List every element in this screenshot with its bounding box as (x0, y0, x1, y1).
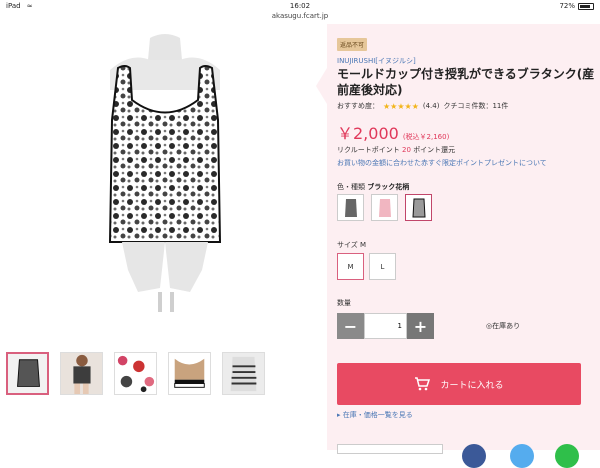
product-title: モールドカップ付き授乳ができるブラタンク(産前産後対応) (337, 67, 595, 97)
status-time: 16:02 (289, 2, 311, 10)
thumbnail-2[interactable] (60, 352, 103, 395)
quantity-plus-button[interactable]: + (407, 313, 434, 339)
non-returnable-badge: 返品不可 (337, 38, 368, 51)
quantity-minus-button[interactable]: − (337, 313, 364, 339)
stock-price-list-link[interactable]: ▸ 在庫・価格一覧を見る (337, 410, 413, 420)
review-count[interactable]: クチコミ件数：11件 (443, 101, 508, 111)
thumbnail-3[interactable] (114, 352, 157, 395)
rating-score: (4.4) (422, 102, 440, 110)
price: ￥2,000 (337, 124, 399, 143)
size-option-m[interactable]: M (337, 253, 364, 280)
star-rating-icon: ★★★★★ (383, 101, 419, 111)
color-swatch-gray[interactable] (337, 194, 364, 221)
rating-row: おすすめ度： ★★★★★ (4.4) クチコミ件数：11件 (337, 101, 508, 111)
thumbnail-strip (6, 352, 265, 395)
panel-pointer (316, 68, 327, 104)
quantity-input[interactable] (364, 313, 407, 339)
status-bar: iPad ≈ 16:02 72% (0, 0, 600, 12)
points-value: 20 (402, 146, 411, 154)
thumbnail-5[interactable] (222, 352, 265, 395)
facebook-share-icon[interactable] (462, 444, 486, 468)
quantity-label: 数量 (337, 299, 351, 307)
brand-link[interactable]: INUJIRUSHI[イヌジルシ] (337, 56, 416, 66)
url-bar[interactable]: akasugu.fcart.jp (0, 12, 600, 24)
price-with-tax: (税込￥2,160) (402, 133, 450, 141)
size-options: M L (337, 253, 396, 280)
color-swatch-pink[interactable] (371, 194, 398, 221)
wishlist-button[interactable] (337, 444, 443, 454)
selected-color: ブラック花柄 (367, 183, 410, 191)
selected-size: M (360, 241, 367, 249)
size-option-l[interactable]: L (369, 253, 396, 280)
add-to-cart-button[interactable]: カートに入れる (337, 363, 581, 405)
line-share-icon[interactable] (555, 444, 579, 468)
main-product-image[interactable] (70, 30, 260, 320)
points-suffix: ポイント還元 (413, 146, 456, 154)
points-campaign-link[interactable]: お買い物の金額に合わせた赤すぐ限定ポイントプレゼントについて (337, 158, 547, 168)
thumbnail-1[interactable] (6, 352, 49, 395)
cart-icon (415, 377, 431, 391)
twitter-share-icon[interactable] (510, 444, 534, 468)
rating-label: おすすめ度： (337, 102, 379, 110)
size-label: サイズ (337, 241, 358, 249)
thumbnail-4[interactable] (168, 352, 211, 395)
add-to-cart-label: カートに入れる (440, 380, 504, 391)
stock-status: ◎在庫あり (486, 322, 521, 330)
color-label: 色・種類 (337, 183, 365, 191)
size-label-row: サイズ M (337, 240, 366, 250)
price-row: ￥2,000 (税込￥2,160) (337, 120, 449, 144)
quantity-stepper: − + (337, 313, 434, 339)
points-info: リクルートポイント 20 ポイント還元 (337, 145, 455, 155)
points-prefix: リクルートポイント (337, 146, 400, 154)
color-label-row: 色・種類 ブラック花柄 (337, 182, 409, 192)
color-swatch-black-floral[interactable] (405, 194, 432, 221)
color-swatches (337, 194, 432, 221)
battery-icon (578, 2, 594, 10)
